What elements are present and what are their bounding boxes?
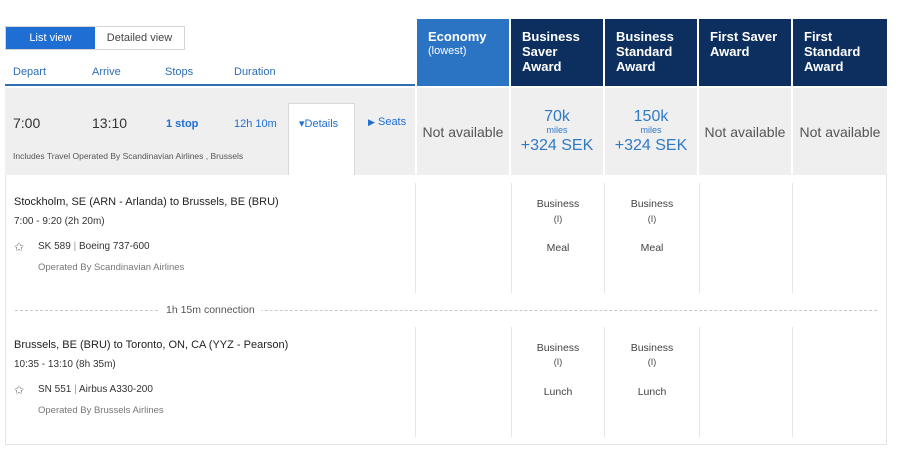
flight-number: SK 589: [38, 241, 71, 252]
first-standard-fare: Not available: [793, 88, 887, 175]
fare-header-first-saver[interactable]: First Saver Award: [699, 19, 791, 86]
fare-header-title: Economy: [428, 29, 487, 44]
economy-fare: Not available: [417, 88, 509, 175]
column-line: [415, 327, 416, 437]
column-line: [415, 183, 416, 293]
first-saver-fare: Not available: [699, 88, 791, 175]
fare-price: +324 SEK: [520, 137, 594, 154]
sort-depart[interactable]: Depart: [13, 66, 46, 78]
booking-code: (I): [647, 357, 657, 367]
fare-price: +324 SEK: [614, 137, 688, 154]
column-line: [792, 183, 793, 293]
fare-header-title: First Standard Award: [804, 29, 861, 74]
business-saver-fare[interactable]: 70k miles +324 SEK: [511, 88, 603, 175]
fare-miles: 70k: [544, 108, 570, 125]
column-line: [699, 183, 700, 293]
arrive-time: 13:10: [92, 115, 128, 131]
separator: |: [74, 384, 77, 395]
segment-flight-info: SN 551 | Airbus A330-200: [38, 384, 153, 395]
view-toggle: List view Detailed view: [5, 26, 185, 50]
fare-header-first-standard[interactable]: First Standard Award: [793, 19, 887, 86]
operated-by: Operated By Brussels Airlines: [38, 405, 164, 416]
column-line: [699, 327, 700, 437]
booking-code: (I): [647, 214, 657, 224]
segment-times: 10:35 - 13:10 (8h 35m): [14, 359, 116, 370]
stops-link[interactable]: 1 stop: [166, 118, 198, 130]
cabin-class: Business: [536, 198, 580, 210]
fare-header-sub: (lowest): [428, 45, 467, 57]
fare-miles-unit: miles: [640, 125, 662, 135]
separator: |: [73, 241, 77, 252]
cabin-class: Business: [536, 342, 580, 354]
segment-flight-info: SK 589 | Boeing 737-600: [38, 241, 150, 252]
fare-header-business-standard[interactable]: Business Standard Award: [605, 19, 697, 86]
segment-route: Brussels, BE (BRU) to Toronto, ON, CA (Y…: [14, 339, 289, 351]
details-link[interactable]: ▾Details: [299, 117, 338, 130]
fare-header-title: First Saver Award: [710, 29, 778, 59]
meal: Lunch: [637, 386, 667, 398]
list-view-button[interactable]: List view: [6, 27, 95, 49]
fare-not-available: Not available: [799, 123, 881, 140]
sort-stops[interactable]: Stops: [165, 66, 193, 78]
star-alliance-icon: ✩: [14, 383, 25, 397]
fare-header-business-saver[interactable]: Business Saver Award: [511, 19, 603, 86]
detailed-view-button[interactable]: Detailed view: [95, 27, 184, 49]
operated-by: Operated By Scandinavian Airlines: [38, 262, 185, 273]
seats-label: Seats: [377, 116, 407, 128]
fare-not-available: Not available: [704, 123, 786, 140]
caret-right-icon: ▶: [368, 117, 375, 127]
header-rule: [5, 84, 415, 86]
booking-code: (I): [553, 214, 563, 224]
meal: Meal: [640, 242, 664, 254]
depart-time: 7:00: [13, 115, 41, 131]
connection-time: 1h 15m connection: [160, 304, 261, 316]
sort-duration[interactable]: Duration: [234, 66, 276, 78]
booking-code: (I): [553, 357, 563, 367]
operated-note: Includes Travel Operated By Scandinavian…: [13, 151, 244, 161]
column-line: [792, 327, 793, 437]
segment-route: Stockholm, SE (ARN - Arlanda) to Brussel…: [14, 196, 279, 208]
sort-arrive[interactable]: Arrive: [92, 66, 121, 78]
meal: Meal: [546, 242, 570, 254]
details-tab[interactable]: ▾Details: [288, 103, 355, 176]
details-label: Details: [304, 118, 339, 130]
meal: Lunch: [543, 386, 573, 398]
fare-not-available: Not available: [422, 123, 504, 140]
segment-times: 7:00 - 9:20 (2h 20m): [14, 216, 105, 227]
fare-header-economy[interactable]: Economy (lowest): [417, 19, 509, 86]
duration: 12h 10m: [234, 118, 277, 130]
connection-divider: [15, 310, 877, 311]
fare-header-title: Business Saver Award: [522, 29, 580, 74]
seats-link[interactable]: ▶ Seats: [368, 116, 406, 128]
cabin-class: Business: [630, 342, 674, 354]
flight-number: SN 551: [38, 384, 72, 395]
fare-miles-unit: miles: [546, 125, 568, 135]
fare-header-title: Business Standard Award: [616, 29, 674, 74]
cabin-class: Business: [630, 198, 674, 210]
aircraft: Boeing 737-600: [78, 241, 150, 252]
star-alliance-icon: ✩: [14, 240, 25, 254]
fare-miles: 150k: [633, 108, 669, 125]
business-standard-fare[interactable]: 150k miles +324 SEK: [605, 88, 697, 175]
aircraft: Airbus A330-200: [78, 384, 153, 395]
